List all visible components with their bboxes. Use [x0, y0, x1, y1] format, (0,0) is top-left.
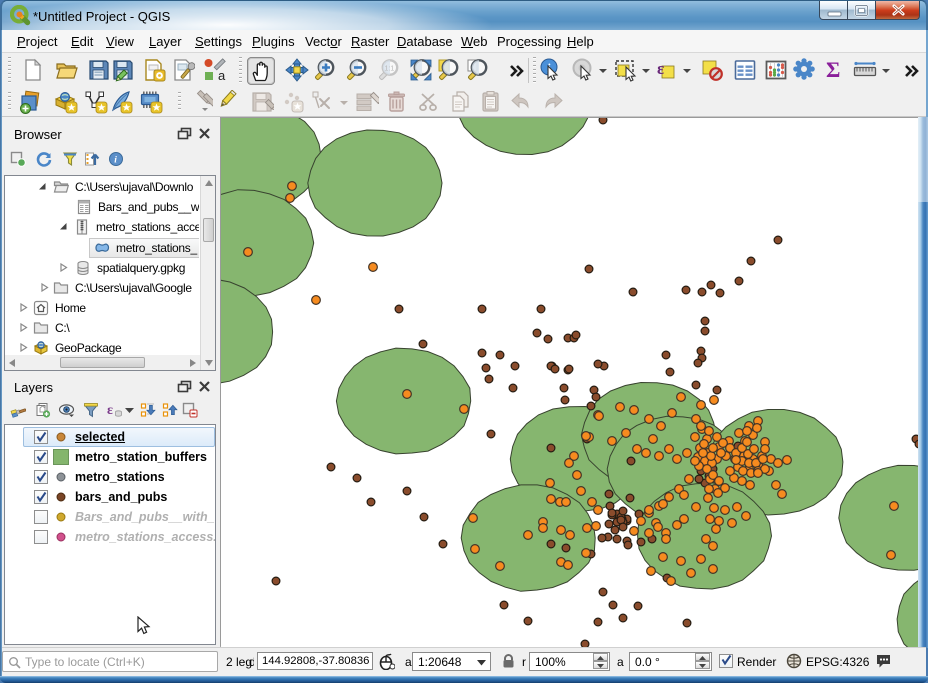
- svg-text:i: i: [114, 156, 117, 166]
- svg-text:a: a: [218, 68, 226, 82]
- svg-text:ε: ε: [657, 59, 664, 78]
- svg-text:ε: ε: [107, 403, 113, 418]
- svg-text:Σ: Σ: [826, 58, 840, 82]
- svg-text:1:1: 1:1: [385, 66, 395, 73]
